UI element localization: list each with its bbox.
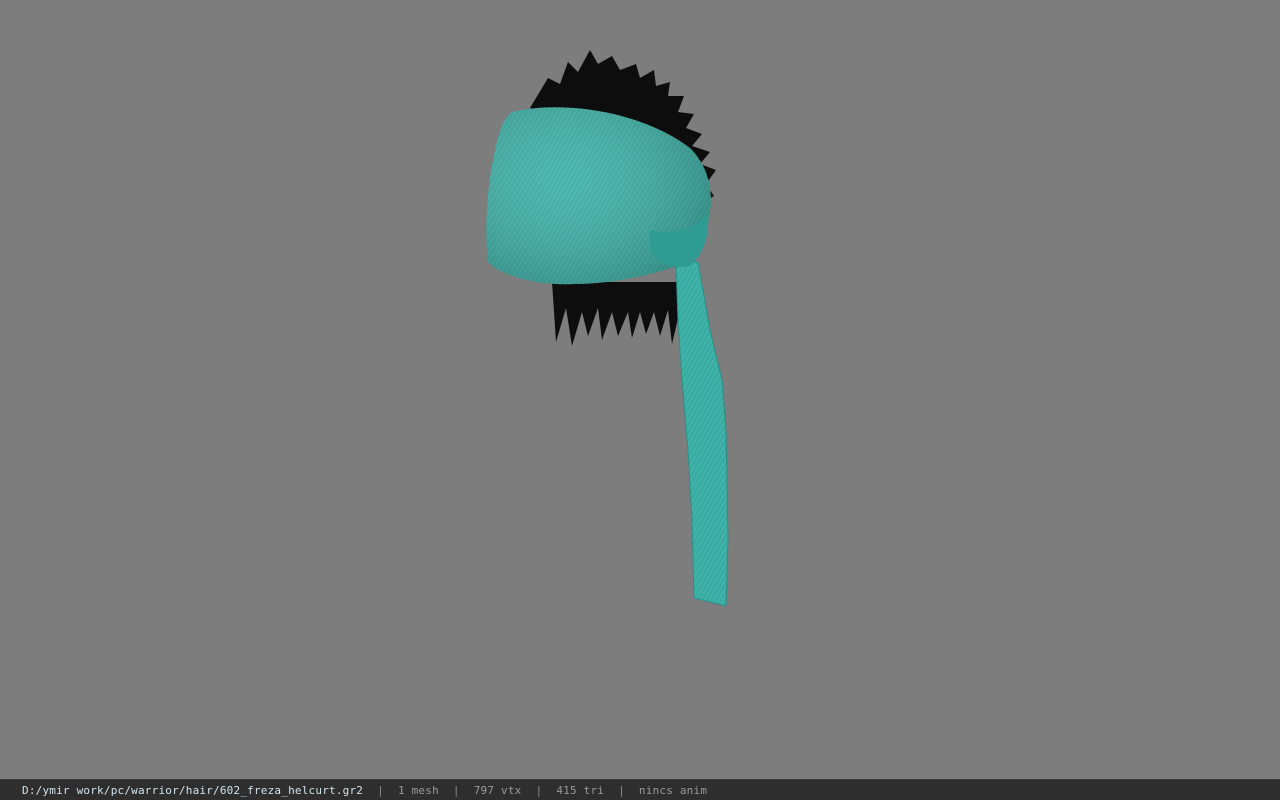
- file-path-label: D:/ymir work/pc/warrior/hair/602_freza_h…: [22, 783, 364, 797]
- separator: |: [377, 783, 384, 797]
- vertex-count-label: 797 vtx: [473, 783, 522, 797]
- separator: |: [535, 783, 543, 797]
- 3d-viewport[interactable]: [0, 0, 1280, 779]
- animation-status-label: nincs anim: [638, 783, 708, 797]
- bandana-tail: [675, 261, 729, 607]
- status-bar: D:/ymir work/pc/warrior/hair/602_freza_h…: [0, 779, 1280, 800]
- mesh-count-label: 1 mesh: [397, 783, 439, 797]
- separator: |: [452, 783, 460, 797]
- triangle-count-label: 415 tri: [556, 783, 605, 797]
- separator: |: [618, 783, 625, 797]
- model-render[interactable]: [0, 0, 1280, 779]
- hair-spikes-bottom: [552, 282, 690, 346]
